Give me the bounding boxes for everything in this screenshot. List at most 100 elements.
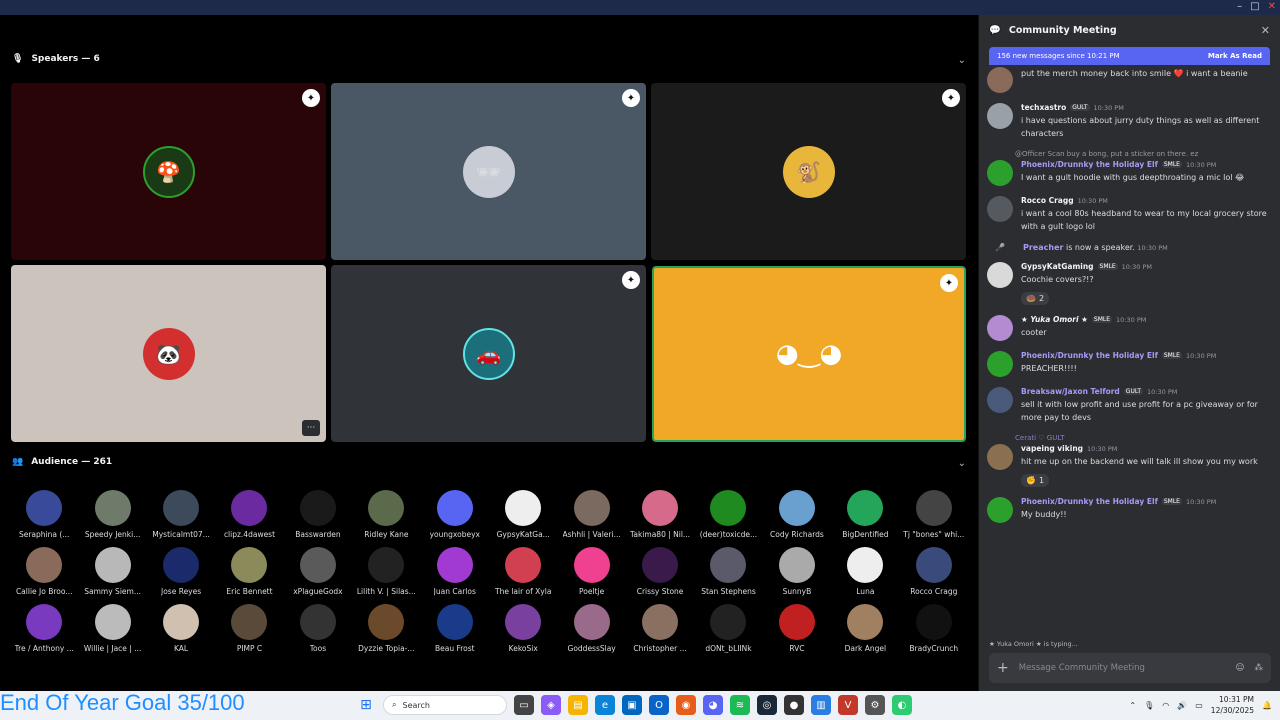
audience-member[interactable]: dONt_bLIINk	[694, 604, 762, 653]
chevron-down-icon[interactable]: ⌄	[958, 55, 966, 66]
audience-member[interactable]: xPlagueGodx	[284, 547, 352, 596]
audience-member[interactable]: Mysticalmt07...	[147, 490, 215, 539]
audience-member[interactable]: SunnyB	[763, 547, 831, 596]
maximize-button[interactable]: □	[1250, 1, 1259, 12]
close-window-button[interactable]: ✕	[1268, 1, 1276, 12]
audience-member[interactable]: Tj "bones" whi...	[900, 490, 968, 539]
audience-member[interactable]: Luna	[831, 547, 899, 596]
wifi-icon[interactable]: ◠	[1162, 701, 1169, 710]
reply-preview[interactable]: Cerati ♡ GULT	[1015, 434, 1272, 442]
settings-gear-icon[interactable]: ⚙	[865, 695, 885, 715]
audience-member[interactable]: (deer)toxicde...	[694, 490, 762, 539]
firefox-icon[interactable]: ◉	[676, 695, 696, 715]
avatar[interactable]	[987, 497, 1013, 523]
username[interactable]: Breaksaw/Jaxon Telford	[1021, 387, 1120, 396]
username[interactable]: Phoenix/Drunnky the Holiday Elf	[1021, 160, 1158, 169]
avatar[interactable]	[987, 196, 1013, 222]
obs-icon[interactable]: ●	[784, 695, 804, 715]
speaker-tile[interactable]: ✦ 🚗	[331, 265, 646, 442]
avatar[interactable]	[987, 103, 1013, 129]
reaction[interactable]: ✊ 1	[1021, 474, 1050, 487]
avatar[interactable]	[987, 315, 1013, 341]
chevron-down-icon[interactable]: ⌄	[958, 458, 966, 469]
audience-member[interactable]: Stan Stephens	[694, 547, 762, 596]
audience-member[interactable]: Eric Bennett	[215, 547, 283, 596]
store-icon[interactable]: ▣	[622, 695, 642, 715]
audience-member[interactable]: Toos	[284, 604, 352, 653]
audience-member[interactable]: Basswarden	[284, 490, 352, 539]
app-icon[interactable]: ◐	[892, 695, 912, 715]
notification-icon[interactable]: 🔔	[1262, 701, 1272, 710]
audience-member[interactable]: Rocco Cragg	[900, 547, 968, 596]
avatar[interactable]	[987, 160, 1013, 186]
apps-icon[interactable]: ⁂	[1255, 663, 1264, 673]
audience-member[interactable]: GypsyKatGa...	[489, 490, 557, 539]
more-options-icon[interactable]: ···	[302, 420, 320, 436]
username[interactable]: GypsyKatGaming	[1021, 262, 1094, 271]
notepad-icon[interactable]: ▥	[811, 695, 831, 715]
username[interactable]: techxastro	[1021, 103, 1066, 112]
outlook-icon[interactable]: O	[649, 695, 669, 715]
message-input[interactable]: + Message Community Meeting ☺ ⁂	[989, 653, 1271, 683]
audience-member[interactable]: Poeltje	[557, 547, 625, 596]
close-icon[interactable]: ✕	[1261, 24, 1270, 37]
start-icon[interactable]: ⊞	[356, 695, 376, 715]
audience-member[interactable]: Sammy Siem...	[78, 547, 146, 596]
minimize-button[interactable]: –	[1237, 1, 1242, 12]
speaker-tile-active[interactable]: ✦ ◕‿◕	[652, 266, 966, 442]
clock[interactable]: 10:31 PM 12/30/2025	[1211, 694, 1254, 716]
username[interactable]: ★ Yuka Omori ★	[1021, 315, 1088, 324]
discord-icon[interactable]: ◕	[703, 695, 723, 715]
spotify-icon[interactable]: ≋	[730, 695, 750, 715]
audience-member[interactable]: Beau Frost	[421, 604, 489, 653]
audience-member[interactable]: Christopher ...	[626, 604, 694, 653]
audience-header[interactable]: 👥 Audience — 261	[12, 457, 112, 467]
audience-member[interactable]: Cody Richards	[763, 490, 831, 539]
username[interactable]: Phoenix/Drunnky the Holiday Elf	[1021, 351, 1158, 360]
audience-member[interactable]: clipz.4dawest	[215, 490, 283, 539]
steam-icon[interactable]: ◎	[757, 695, 777, 715]
avatar[interactable]	[987, 351, 1013, 377]
speaker-tile[interactable]: ✦ 🕶	[331, 83, 646, 260]
avatar[interactable]	[987, 444, 1013, 470]
speaker-tile[interactable]: ✦ 🐒	[651, 83, 966, 260]
audience-member[interactable]: Willie | Jace | ...	[78, 604, 146, 653]
audience-member[interactable]: Dark Angel	[831, 604, 899, 653]
username[interactable]: Preacher	[1023, 243, 1063, 252]
audience-member[interactable]: PIMP C	[215, 604, 283, 653]
audience-member[interactable]: Ridley Kane	[352, 490, 420, 539]
audience-member[interactable]: Tre / Anthony ...	[10, 604, 78, 653]
new-messages-bar[interactable]: 156 new messages since 10:21 PM Mark As …	[989, 47, 1270, 65]
audience-member[interactable]: KAL	[147, 604, 215, 653]
audience-member[interactable]: youngxobeyx	[421, 490, 489, 539]
reaction[interactable]: 🍩 2	[1021, 292, 1050, 305]
audience-member[interactable]: Dyzzie Topia-...	[352, 604, 420, 653]
speakers-header[interactable]: 🎙 Speakers — 6	[12, 54, 100, 64]
reply-preview[interactable]: @Officer Scan buy a bong, put a sticker …	[1015, 150, 1272, 158]
microphone-icon[interactable]: 🎙	[1144, 701, 1154, 710]
battery-icon[interactable]: ▭	[1195, 701, 1203, 710]
username[interactable]: Phoenix/Drunnky the Holiday Elf	[1021, 497, 1158, 506]
audience-member[interactable]: BigDentified	[831, 490, 899, 539]
username[interactable]: vapeing viking	[1021, 444, 1083, 453]
audience-member[interactable]: GoddessSlay	[557, 604, 625, 653]
speaker-tile[interactable]: ✦ 🍄	[11, 83, 326, 260]
audience-member[interactable]: Lilith V. | Silas...	[352, 547, 420, 596]
audience-member[interactable]: KekoSix	[489, 604, 557, 653]
audience-member[interactable]: BradyCrunch	[900, 604, 968, 653]
copilot-icon[interactable]: ◈	[541, 695, 561, 715]
avatar[interactable]	[987, 262, 1013, 288]
audience-member[interactable]: Crissy Stone	[626, 547, 694, 596]
mark-as-read-button[interactable]: Mark As Read	[1208, 52, 1262, 60]
audience-member[interactable]: Takima80 | Nil...	[626, 490, 694, 539]
audience-member[interactable]: Speedy Jenki...	[78, 490, 146, 539]
file-explorer-icon[interactable]: ▤	[568, 695, 588, 715]
audience-member[interactable]: RVC	[763, 604, 831, 653]
add-attachment-icon[interactable]: +	[997, 660, 1009, 676]
audience-member[interactable]: Seraphina (...	[10, 490, 78, 539]
audience-member[interactable]: The lair of Xyla	[489, 547, 557, 596]
audience-member[interactable]: Ashhli | Valeri...	[557, 490, 625, 539]
avatar[interactable]	[987, 387, 1013, 413]
chevron-up-icon[interactable]: ⌃	[1129, 701, 1136, 710]
task-view-icon[interactable]: ▭	[514, 695, 534, 715]
